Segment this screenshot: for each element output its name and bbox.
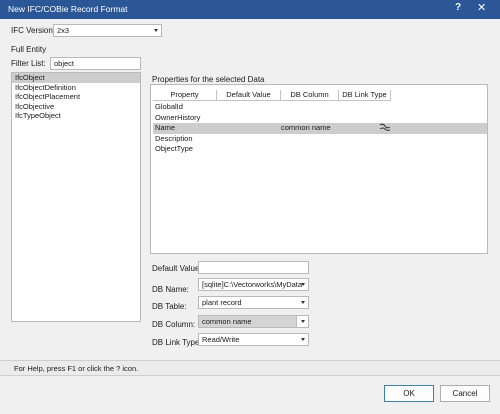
db-table-dropdown[interactable]: plant record: [198, 296, 309, 309]
list-item[interactable]: IfcObjective: [12, 102, 140, 112]
db-name-label: DB Name:: [152, 285, 189, 294]
list-item[interactable]: IfcObjectPlacement: [12, 92, 140, 102]
default-value-label: Default Value:: [152, 264, 202, 273]
property-name: Name: [155, 123, 176, 132]
close-icon[interactable]: ✕: [477, 1, 486, 14]
db-column-value: common name: [202, 317, 252, 326]
table-row[interactable]: ObjectType: [153, 144, 487, 155]
ifc-version-label: IFC Version:: [11, 26, 56, 35]
db-table-label: DB Table:: [152, 302, 187, 311]
status-text: For Help, press F1 or click the ? icon.: [14, 364, 139, 373]
table-row[interactable]: GlobalId: [153, 102, 487, 113]
property-db-column: common name: [281, 123, 331, 132]
db-link-type-label: DB Link Type:: [152, 338, 202, 347]
db-column-label: DB Column:: [152, 320, 196, 329]
entity-list[interactable]: IfcObject IfcObjectDefinition IfcObjectP…: [11, 72, 141, 322]
property-name: OwnerHistory: [155, 112, 201, 122]
default-value-input[interactable]: [198, 261, 309, 274]
db-link-type-value: Read/Write: [202, 335, 240, 344]
full-entity-label: Full Entity: [11, 45, 47, 54]
window-title: New IFC/COBie Record Format: [8, 4, 128, 14]
chevron-down-icon: [154, 29, 158, 32]
table-row[interactable]: Description: [153, 134, 487, 145]
filter-value: object: [54, 59, 75, 68]
db-name-value: [sqlite]C:\Vectorworks\MyData: [202, 280, 303, 289]
chevron-down-icon: [301, 301, 305, 304]
filter-input[interactable]: object: [50, 57, 141, 70]
property-name: Description: [155, 133, 193, 143]
column-header-default-value[interactable]: Default Value: [217, 90, 281, 101]
list-item[interactable]: IfcObject: [12, 73, 140, 83]
property-name: GlobalId: [155, 102, 183, 111]
chevron-down-icon: [301, 283, 305, 286]
table-row[interactable]: Name common name: [153, 123, 487, 134]
db-table-value: plant record: [202, 298, 242, 307]
properties-header: Property Default Value DB Column DB Link…: [153, 90, 391, 101]
property-name: ObjectType: [155, 144, 193, 153]
cancel-button[interactable]: Cancel: [440, 385, 490, 402]
properties-label: Properties for the selected Data: [152, 75, 265, 84]
ok-button[interactable]: OK: [384, 385, 434, 402]
title-bar: New IFC/COBie Record Format ? ✕: [0, 0, 500, 19]
ifc-version-value: 2x3: [57, 26, 70, 35]
properties-table: Property Default Value DB Column DB Link…: [150, 84, 488, 254]
db-name-dropdown[interactable]: [sqlite]C:\Vectorworks\MyData: [198, 278, 309, 291]
db-link-type-dropdown[interactable]: Read/Write: [198, 333, 309, 346]
list-item[interactable]: IfcTypeObject: [12, 111, 140, 121]
column-header-property[interactable]: Property: [153, 90, 217, 101]
table-row[interactable]: OwnerHistory: [153, 113, 487, 124]
status-bar: For Help, press F1 or click the ? icon.: [0, 360, 500, 376]
chevron-down-icon: [301, 338, 305, 341]
ifc-version-dropdown[interactable]: 2x3: [53, 24, 162, 37]
chevron-down-icon: [301, 320, 305, 323]
filter-label: Filter List:: [11, 59, 46, 68]
help-icon[interactable]: ?: [455, 2, 461, 13]
column-header-db-column[interactable]: DB Column: [281, 90, 339, 101]
db-column-dropdown[interactable]: common name: [198, 315, 309, 328]
list-item[interactable]: IfcObjectDefinition: [12, 83, 140, 93]
column-header-db-link-type[interactable]: DB Link Type: [339, 90, 391, 101]
